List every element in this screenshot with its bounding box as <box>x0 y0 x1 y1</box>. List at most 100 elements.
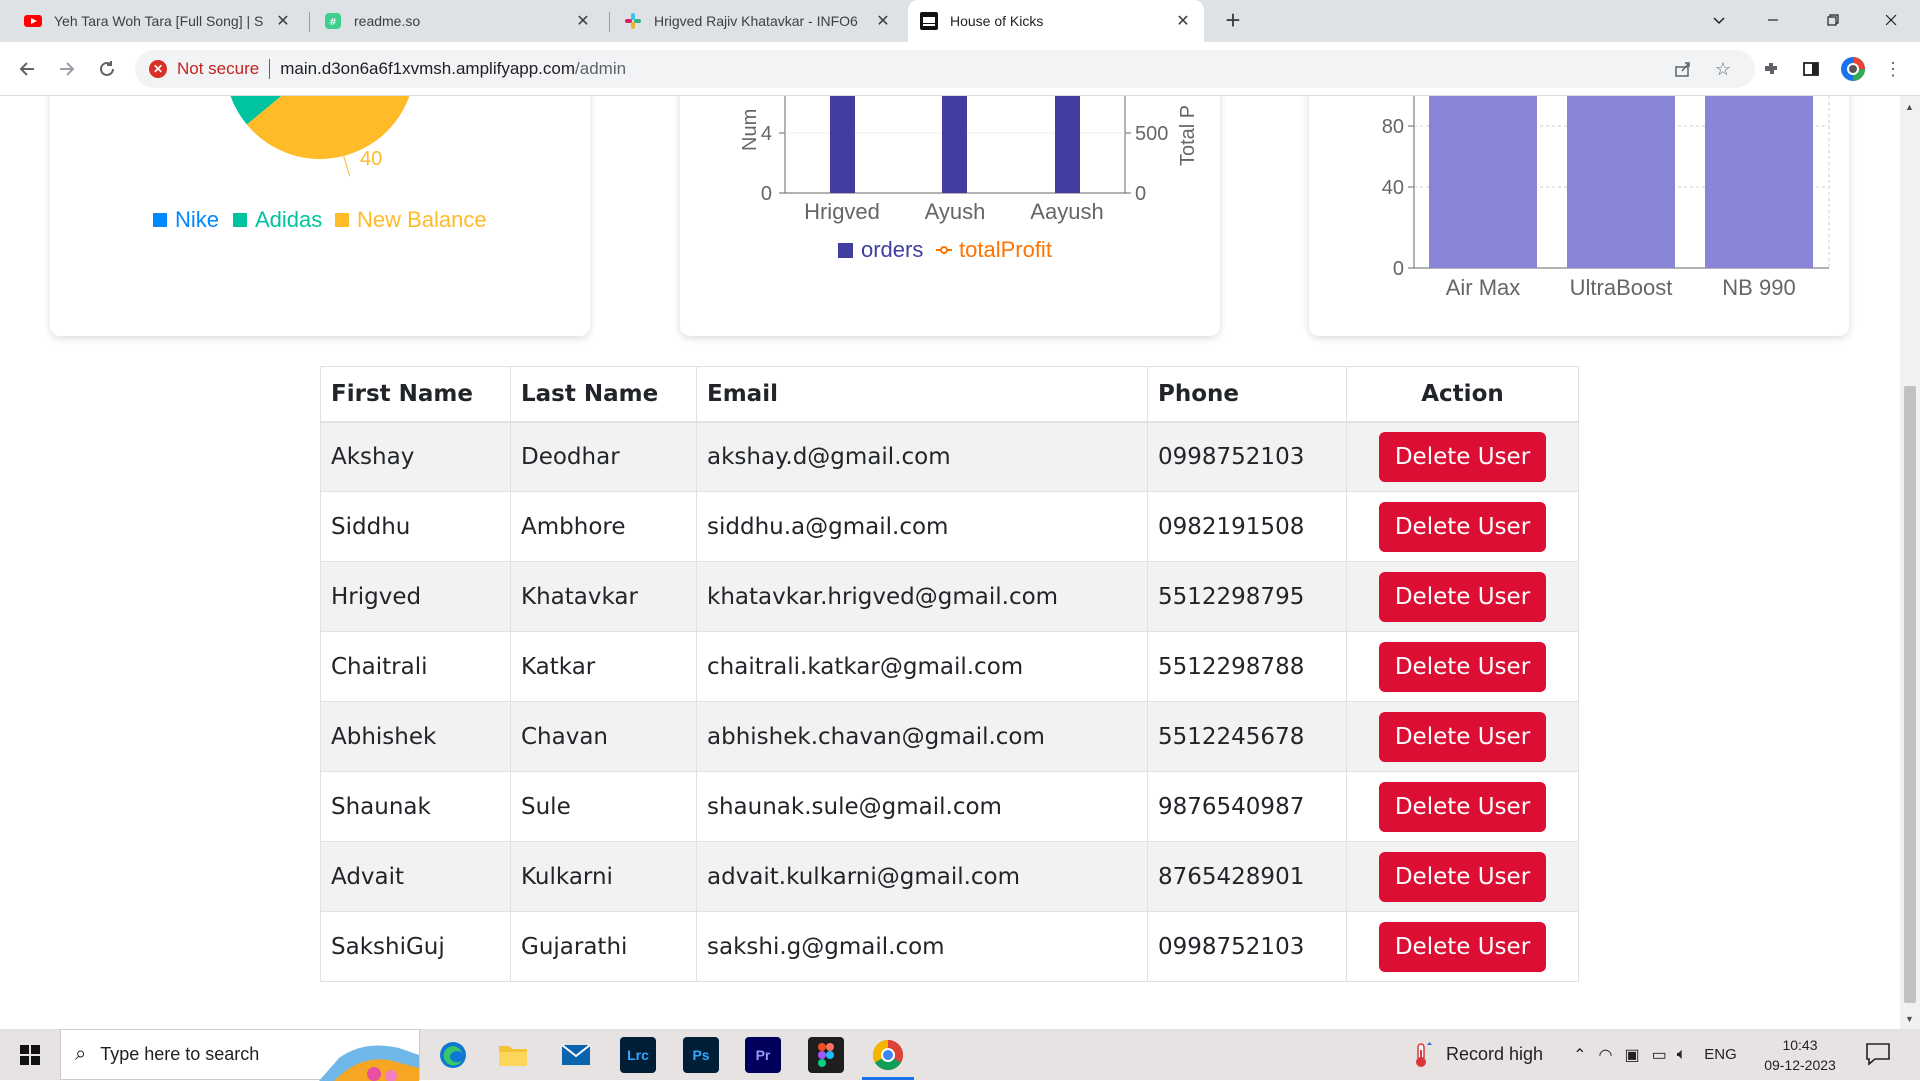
delete-user-button[interactable]: Delete User <box>1378 781 1547 832</box>
cell-last-name: Kulkarni <box>510 841 697 912</box>
figma-icon[interactable] <box>808 1037 844 1073</box>
x-tick-label: Aayush <box>1030 199 1103 224</box>
column-header-action: Action <box>1346 366 1579 423</box>
close-icon[interactable]: ✕ <box>1174 11 1192 31</box>
cell-phone: 8765428901 <box>1147 841 1347 912</box>
delete-user-button[interactable]: Delete User <box>1378 641 1547 692</box>
minimize-button[interactable] <box>1750 0 1796 40</box>
delete-user-button[interactable]: Delete User <box>1378 711 1547 762</box>
volume-icon[interactable]: 🔈︎ <box>1677 1046 1687 1064</box>
column-header-last-name: Last Name <box>510 366 697 423</box>
x-tick-label: Air Max <box>1446 275 1521 300</box>
orders-profit-chart: 4 0 500 0 Num Total P Hrigved Ayush Aayu… <box>739 96 1199 262</box>
delete-user-button[interactable]: Delete User <box>1378 851 1547 902</box>
windows-start-icon[interactable] <box>0 1029 60 1080</box>
chrome-icon[interactable] <box>870 1037 906 1073</box>
back-arrow-icon[interactable] <box>12 54 42 84</box>
close-icon[interactable]: ✕ <box>874 11 892 31</box>
cell-first-name: Shaunak <box>320 771 511 842</box>
url-host: main.d3on6a6f1xvmsh.amplifyapp.com <box>280 59 576 78</box>
weather-label[interactable]: Record high <box>1446 1044 1543 1065</box>
youtube-icon <box>24 15 42 27</box>
cell-phone: 5512298788 <box>1147 631 1347 702</box>
close-icon[interactable]: ✕ <box>574 11 592 31</box>
reload-icon[interactable] <box>92 54 122 84</box>
cell-email: abhishek.chavan@gmail.com <box>696 701 1148 772</box>
cell-action: Delete User <box>1346 841 1579 912</box>
extensions-icon[interactable] <box>1758 56 1784 82</box>
forward-arrow-icon[interactable] <box>52 54 82 84</box>
pie-label-leader <box>343 155 351 177</box>
readme-icon: # <box>325 13 341 29</box>
tab-house-of-kicks[interactable]: House of Kicks ✕ <box>908 0 1204 42</box>
cell-first-name: Akshay <box>320 421 511 492</box>
slack-icon <box>625 13 641 29</box>
left-tick-label: 4 <box>761 123 772 145</box>
svg-text:#: # <box>329 17 337 28</box>
delete-user-button[interactable]: Delete User <box>1378 921 1547 972</box>
search-placeholder: Type here to search <box>100 1044 260 1064</box>
x-tick-label: NB 990 <box>1722 275 1795 300</box>
device-icon[interactable]: ▣ <box>1624 1045 1639 1065</box>
scroll-up-arrow-icon[interactable]: ▲ <box>1905 102 1914 112</box>
brand-pie-card: 40 Nike Adidas New Balance <box>50 96 590 336</box>
cell-last-name: Gujarathi <box>510 911 697 982</box>
lightroom-icon[interactable]: Lrc <box>620 1037 656 1073</box>
cell-phone: 0982191508 <box>1147 491 1347 562</box>
address-bar[interactable]: ✕ Not secure main.d3on6a6f1xvmsh.amplify… <box>135 50 1755 88</box>
close-window-button[interactable] <box>1868 0 1914 40</box>
new-tab-button[interactable]: + <box>1218 6 1248 36</box>
cell-first-name: Chaitrali <box>320 631 511 702</box>
delete-user-button[interactable]: Delete User <box>1378 431 1547 482</box>
cell-action: Delete User <box>1346 631 1579 702</box>
tab-separator <box>609 12 610 32</box>
profile-avatar[interactable] <box>1840 56 1866 82</box>
taskbar-clock[interactable]: 10:43 09-12-2023 <box>1760 1035 1840 1075</box>
chevron-up-icon[interactable]: ⌃ <box>1573 1045 1586 1065</box>
battery-icon[interactable]: ▭ <box>1652 1045 1667 1065</box>
tab-title: Hrigved Rajiv Khatavkar - INFO6 <box>654 13 858 29</box>
tab-slack[interactable]: Hrigved Rajiv Khatavkar - INFO6 ✕ <box>612 0 904 42</box>
column-header-first-name: First Name <box>320 366 511 423</box>
bar-orders-ayush <box>942 96 967 193</box>
scroll-down-arrow-icon[interactable]: ▼ <box>1905 1014 1914 1024</box>
bookmark-star-icon[interactable]: ☆ <box>1710 56 1736 82</box>
tab-readme[interactable]: # readme.so ✕ <box>312 0 604 42</box>
cell-first-name: Siddhu <box>320 491 511 562</box>
cell-email: shaunak.sule@gmail.com <box>696 771 1148 842</box>
x-tick-label: Ayush <box>925 199 986 224</box>
page-scrollbar[interactable]: ▲ ▼ <box>1900 96 1920 1029</box>
file-explorer-icon[interactable] <box>495 1037 531 1073</box>
taskbar-search-box[interactable]: ⌕ Type here to search <box>60 1029 420 1081</box>
scrollbar-thumb[interactable] <box>1904 386 1916 1003</box>
cell-email: sakshi.g@gmail.com <box>696 911 1148 982</box>
edge-icon[interactable] <box>435 1037 471 1073</box>
photoshop-icon[interactable]: Ps <box>683 1037 719 1073</box>
menu-kebab-icon[interactable]: ⋮ <box>1880 56 1906 82</box>
house-of-kicks-icon <box>920 12 938 30</box>
tab-youtube[interactable]: Yeh Tara Woh Tara [Full Song] | S ✕ <box>12 0 304 42</box>
column-header-phone: Phone <box>1147 366 1347 423</box>
tab-separator <box>309 12 310 32</box>
cell-last-name: Chavan <box>510 701 697 772</box>
legend-marker-total-profit <box>940 246 948 254</box>
table-row: Abhishek Chavan abhishek.chavan@gmail.co… <box>320 701 1579 772</box>
premiere-icon[interactable]: Pr <box>745 1037 781 1073</box>
x-tick-label: UltraBoost <box>1570 275 1673 300</box>
tab-search-chevron-icon[interactable] <box>1696 0 1742 40</box>
notifications-icon[interactable] <box>1865 1042 1891 1066</box>
language-indicator[interactable]: ENG <box>1704 1046 1737 1063</box>
share-icon[interactable] <box>1670 56 1696 82</box>
close-icon[interactable]: ✕ <box>274 11 292 31</box>
restore-button[interactable] <box>1810 0 1856 40</box>
delete-user-button[interactable]: Delete User <box>1378 501 1547 552</box>
url-path: /admin <box>575 59 627 78</box>
side-panel-icon[interactable] <box>1798 56 1824 82</box>
security-label[interactable]: Not secure <box>177 59 259 79</box>
not-secure-icon[interactable]: ✕ <box>149 60 167 78</box>
orders-chart-card: 4 0 500 0 Num Total P Hrigved Ayush Aayu… <box>680 96 1220 336</box>
legend-swatch-orders <box>838 243 853 258</box>
delete-user-button[interactable]: Delete User <box>1378 571 1547 622</box>
mail-icon[interactable] <box>558 1037 594 1073</box>
wifi-icon[interactable]: ◠ <box>1598 1045 1612 1065</box>
